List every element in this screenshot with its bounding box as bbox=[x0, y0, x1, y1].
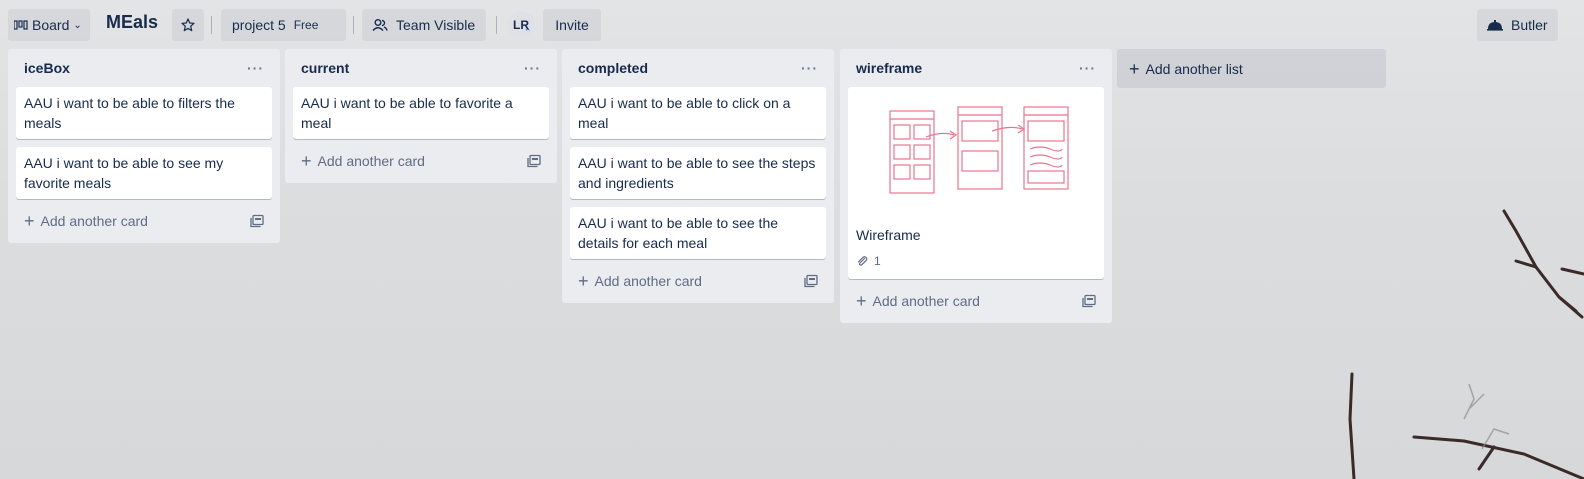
visibility-label: Team Visible bbox=[396, 17, 476, 33]
list-title[interactable]: wireframe bbox=[856, 60, 922, 76]
invite-button[interactable]: Invite bbox=[543, 9, 601, 41]
list-menu-icon[interactable]: ··· bbox=[801, 60, 818, 76]
plus-icon: + bbox=[856, 291, 867, 311]
list-menu-icon[interactable]: ··· bbox=[247, 60, 264, 76]
list-title[interactable]: iceBox bbox=[24, 60, 70, 76]
list-wireframe: wireframe ··· Wireframe 1 + Add another … bbox=[840, 49, 1112, 323]
list-completed: completed ··· AAU i want to be able to c… bbox=[562, 49, 834, 303]
add-card-label: Add another card bbox=[40, 213, 148, 229]
admin-chevron-icon: ⌃ bbox=[524, 27, 532, 37]
list-title[interactable]: completed bbox=[578, 60, 648, 76]
attachment-count: 1 bbox=[874, 254, 881, 268]
add-card-button[interactable]: + Add another card bbox=[570, 267, 826, 295]
board-switcher-button[interactable]: Board ⌄ bbox=[8, 9, 90, 41]
list-header: completed ··· bbox=[570, 49, 826, 87]
paperclip-icon bbox=[858, 256, 868, 266]
list-title[interactable]: current bbox=[301, 60, 349, 76]
card-title: Wireframe bbox=[856, 227, 921, 243]
add-card-label: Add another card bbox=[317, 153, 425, 169]
card-template-icon[interactable] bbox=[1082, 294, 1096, 308]
add-card-label: Add another card bbox=[594, 273, 702, 289]
chevron-down-icon: ⌄ bbox=[73, 19, 82, 31]
list-menu-icon[interactable]: ··· bbox=[1079, 60, 1096, 76]
board-title[interactable]: MEals bbox=[106, 12, 158, 33]
team-icon bbox=[372, 19, 388, 31]
add-card-button[interactable]: + Add another card bbox=[848, 287, 1104, 315]
board-switcher-label: Board bbox=[32, 17, 70, 33]
card-template-icon[interactable] bbox=[250, 214, 264, 228]
card-template-icon[interactable] bbox=[527, 154, 541, 168]
plus-icon: + bbox=[578, 271, 589, 291]
list-menu-icon[interactable]: ··· bbox=[524, 60, 541, 76]
plus-icon: + bbox=[24, 211, 35, 231]
butler-icon bbox=[1487, 20, 1503, 31]
butler-label: Butler bbox=[1511, 17, 1548, 33]
card[interactable]: AAU i want to be able to see my favorite… bbox=[16, 147, 272, 199]
header-divider bbox=[353, 16, 354, 34]
card[interactable]: AAU i want to be able to filters the mea… bbox=[16, 87, 272, 139]
wireframe-cover-image bbox=[848, 87, 1102, 219]
list-icebox: iceBox ··· AAU i want to be able to filt… bbox=[8, 49, 280, 243]
header-divider bbox=[211, 16, 212, 34]
free-badge: Free bbox=[293, 18, 319, 32]
card[interactable]: AAU i want to be able to see the steps a… bbox=[570, 147, 826, 199]
add-list-button[interactable]: + Add another list bbox=[1117, 49, 1386, 88]
card[interactable]: AAU i want to be able to click on a meal bbox=[570, 87, 826, 139]
list-header: iceBox ··· bbox=[16, 49, 272, 87]
header-divider bbox=[496, 16, 497, 34]
team-project-label: project 5 bbox=[232, 17, 286, 33]
add-card-label: Add another card bbox=[872, 293, 980, 309]
list-header: current ··· bbox=[293, 49, 549, 87]
card-template-icon[interactable] bbox=[804, 274, 818, 288]
add-card-button[interactable]: + Add another card bbox=[16, 207, 272, 235]
card[interactable]: AAU i want to be able to favorite a meal bbox=[293, 87, 549, 139]
list-header: wireframe ··· bbox=[848, 49, 1104, 87]
visibility-button[interactable]: Team Visible bbox=[362, 9, 486, 41]
plus-icon: + bbox=[301, 151, 312, 171]
plus-icon: + bbox=[1129, 58, 1140, 79]
add-card-button[interactable]: + Add another card bbox=[293, 147, 549, 175]
add-list-label: Add another list bbox=[1145, 60, 1243, 77]
board-icon bbox=[14, 20, 28, 30]
attachment-badge: 1 bbox=[856, 251, 1096, 271]
background-branch-image bbox=[1348, 209, 1584, 479]
list-current: current ··· AAU i want to be able to fav… bbox=[285, 49, 557, 183]
team-project-button[interactable]: project 5 Free bbox=[221, 9, 346, 41]
board-header: Board ⌄ MEals project 5 Free Team Visibl… bbox=[0, 0, 1584, 48]
star-board-button[interactable] bbox=[172, 9, 204, 41]
star-icon bbox=[181, 18, 195, 32]
butler-button[interactable]: Butler bbox=[1477, 9, 1558, 41]
card[interactable]: AAU i want to be able to see the details… bbox=[570, 207, 826, 259]
card-with-cover[interactable]: Wireframe 1 bbox=[848, 87, 1104, 279]
